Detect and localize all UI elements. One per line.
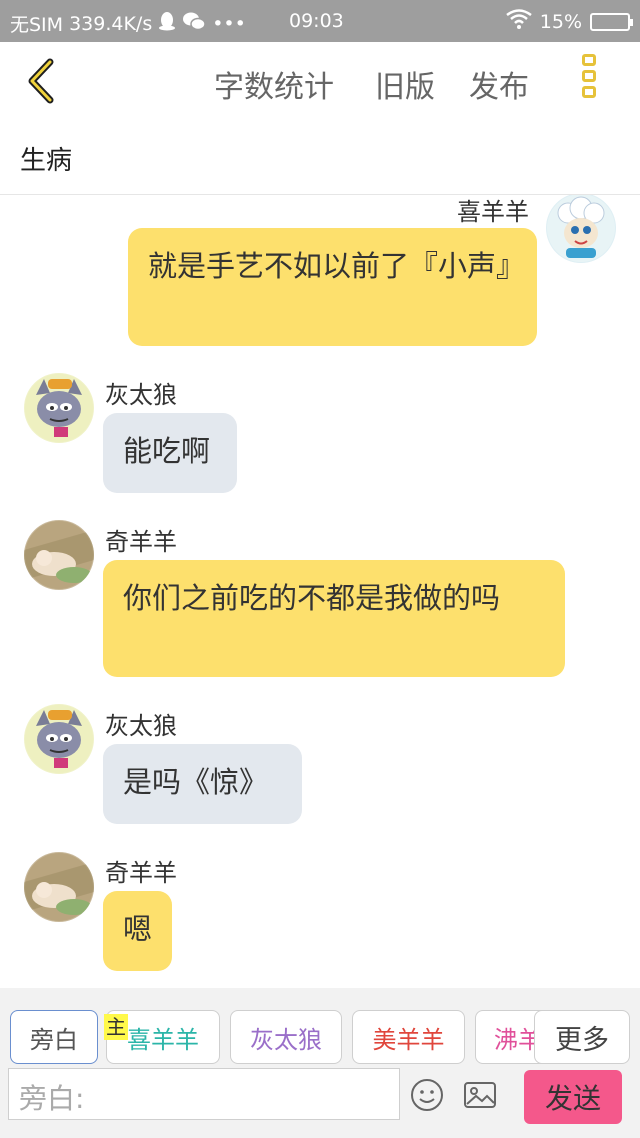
network-speed: 339.4K/s — [69, 12, 153, 35]
avatar-qiyangyang[interactable] — [24, 520, 94, 590]
image-button[interactable] — [463, 1078, 497, 1112]
word-count-button[interactable]: 字数统计 — [214, 62, 334, 106]
wechat-icon — [182, 11, 206, 36]
speaker-name: 奇羊羊 — [105, 859, 177, 887]
story-title-row[interactable]: 生病 — [0, 124, 640, 195]
qq-icon — [158, 11, 176, 36]
menu-icon — [578, 54, 600, 98]
clock: 09:03 — [289, 10, 344, 32]
avatar-huitailang[interactable] — [24, 373, 94, 443]
speaker-name: 灰太狼 — [105, 712, 177, 740]
send-button[interactable]: 发送 — [524, 1070, 622, 1124]
speaker-name: 奇羊羊 — [105, 528, 177, 556]
status-right: 15% — [506, 9, 633, 34]
avatar-huitailang[interactable] — [24, 704, 94, 774]
image-icon — [463, 1082, 497, 1116]
composer-panel: 旁白 喜羊羊 主 灰太狼 美羊羊 沸羊羊 更多 旁白: 发送 — [0, 988, 640, 1138]
story-title: 生病 — [20, 146, 73, 176]
battery-percent: 15% — [539, 10, 582, 33]
emoji-icon — [410, 1079, 444, 1116]
message-input[interactable]: 旁白: — [8, 1068, 400, 1120]
speaker-name: 灰太狼 — [105, 381, 177, 409]
role-chip-narration[interactable]: 旁白 — [10, 1010, 98, 1064]
message-bubble[interactable]: 你们之前吃的不都是我做的吗 — [103, 560, 565, 677]
message-bubble[interactable]: 能吃啊 — [103, 413, 237, 493]
more-notifications: ••• — [212, 12, 246, 35]
back-icon — [22, 58, 62, 110]
role-chip-meiyangyang[interactable]: 美羊羊 — [352, 1010, 465, 1064]
status-left: 无SIM 339.4K/s ••• — [10, 10, 246, 37]
avatar-qiyangyang[interactable] — [24, 852, 94, 922]
top-bar: 字数统计 旧版 发布 — [0, 42, 640, 124]
back-button[interactable] — [22, 56, 62, 106]
message-bubble[interactable]: 是吗《惊》 — [103, 744, 302, 824]
role-chip-huitailang[interactable]: 灰太狼 — [230, 1010, 342, 1064]
message-bubble[interactable]: 嗯 — [103, 891, 172, 971]
emoji-button[interactable] — [410, 1078, 444, 1112]
battery-icon — [590, 12, 633, 31]
status-bar: 无SIM 339.4K/s ••• 09:03 15% — [0, 0, 640, 42]
avatar-xiyangyang[interactable] — [546, 195, 616, 263]
chat-area[interactable]: 喜羊羊 就是手艺不如以前了『小声』 灰太狼 能吃啊 奇羊羊 你们之前吃的不都是我… — [0, 195, 640, 988]
old-version-button[interactable]: 旧版 — [375, 62, 435, 106]
message-bubble[interactable]: 就是手艺不如以前了『小声』 — [128, 228, 537, 346]
publish-button[interactable]: 发布 — [469, 62, 529, 106]
menu-button[interactable] — [578, 54, 600, 110]
more-roles-button[interactable]: 更多 — [534, 1010, 630, 1064]
speaker-name: 喜羊羊 — [457, 198, 529, 226]
carrier-label: 无SIM — [10, 14, 64, 36]
main-role-badge: 主 — [104, 1014, 128, 1040]
wifi-icon — [506, 9, 532, 34]
